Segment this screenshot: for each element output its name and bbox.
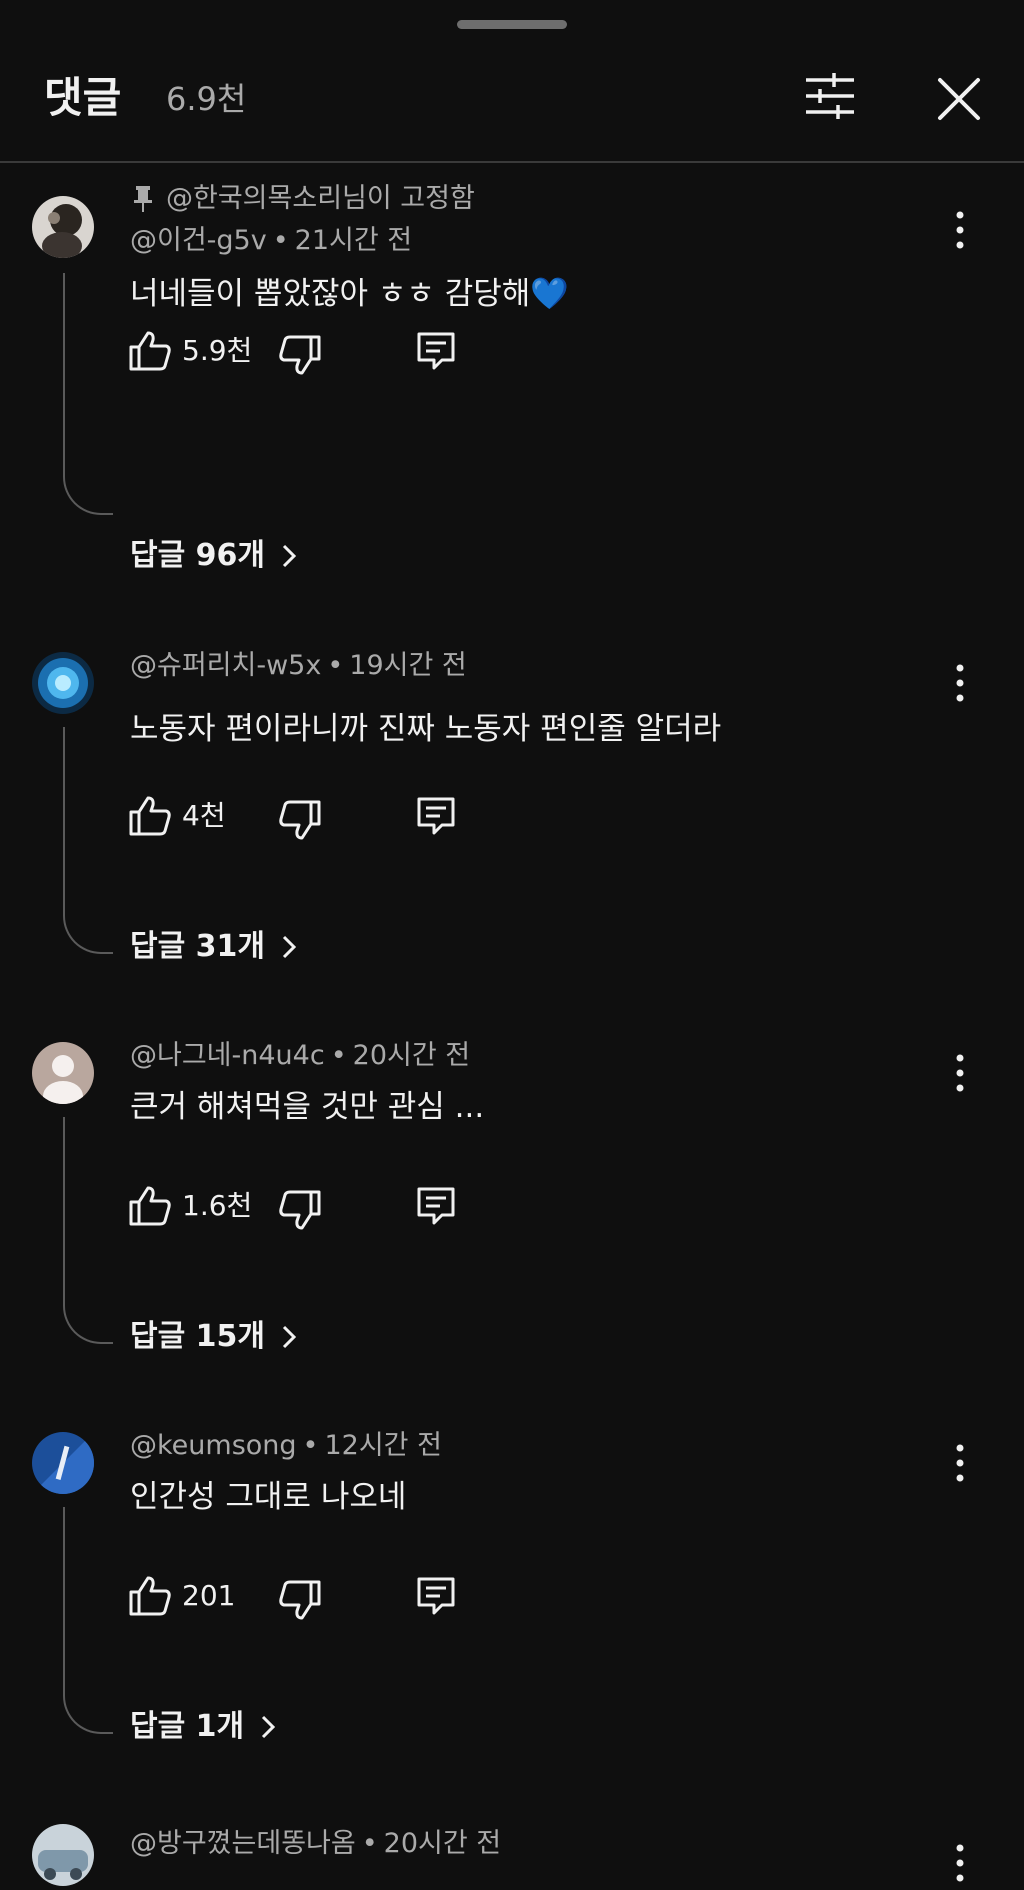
- comment-count: 6.9천: [166, 80, 247, 118]
- avatar[interactable]: [32, 1042, 94, 1104]
- sliders-icon[interactable]: [800, 66, 860, 126]
- comment-text: 노동자 편이라니까 진짜 노동자 편인줄 알더라: [130, 711, 722, 747]
- more-options-icon[interactable]: [940, 205, 980, 255]
- like-count: 5.9천: [182, 334, 253, 367]
- like-icon[interactable]: [128, 1574, 172, 1618]
- author-name[interactable]: @슈퍼리치-w5x: [130, 650, 321, 681]
- avatar[interactable]: [32, 1824, 94, 1886]
- dislike-icon[interactable]: [278, 1578, 322, 1622]
- author-name[interactable]: @나그네-n4u4c: [130, 1040, 325, 1071]
- timestamp[interactable]: 20시간 전: [384, 1828, 501, 1859]
- reply-icon[interactable]: [414, 794, 458, 838]
- author-name[interactable]: @keumsong: [130, 1430, 297, 1461]
- comment-thread: @방구꼈는데똥나옴 • 20시간 전: [0, 1820, 1024, 1890]
- avatar[interactable]: [32, 652, 94, 714]
- more-options-icon[interactable]: [940, 1438, 980, 1488]
- separator-dot: •: [302, 1430, 319, 1461]
- thread-line: [63, 727, 113, 954]
- chevron-right-icon: [282, 1325, 297, 1349]
- comments-header: 댓글 6.9천: [0, 0, 1024, 162]
- replies-label: 답글 15개: [130, 1319, 265, 1354]
- separator-dot: •: [361, 1828, 378, 1859]
- dislike-icon[interactable]: [278, 1188, 322, 1232]
- comment-thread: @한국의목소리님이 고정함 @이건-g5v • 21시간 전 너네들이 뽑았잖아 ㅎ…: [0, 163, 1024, 573]
- author-name[interactable]: @이건-g5v: [130, 225, 267, 256]
- comment-actions: 4천: [128, 792, 468, 840]
- view-replies-button[interactable]: 답글 31개: [130, 926, 299, 968]
- thread-line: [63, 273, 113, 515]
- comment-meta: @이건-g5v • 21시간 전: [130, 223, 412, 259]
- chevron-right-icon: [262, 1715, 276, 1739]
- comment-text: 인간성 그대로 나오네: [130, 1479, 407, 1515]
- pin-icon: [134, 186, 152, 212]
- view-replies-button[interactable]: 답글 96개: [130, 535, 299, 577]
- replies-label: 답글 96개: [130, 538, 265, 573]
- reply-icon[interactable]: [414, 1574, 458, 1618]
- comment-thread: @keumsong • 12시간 전 인간성 그대로 나오네 201 답글 1개: [0, 1420, 1024, 1760]
- like-count: 1.6천: [182, 1189, 253, 1222]
- comment-meta: @keumsong • 12시간 전: [130, 1428, 442, 1464]
- pinned-label: @한국의목소리님이 고정함: [132, 181, 475, 217]
- timestamp[interactable]: 19시간 전: [349, 650, 466, 681]
- replies-label: 답글 31개: [130, 929, 265, 964]
- separator-dot: •: [327, 650, 344, 681]
- timestamp[interactable]: 12시간 전: [324, 1430, 441, 1461]
- comment-actions: 5.9천: [128, 327, 468, 375]
- author-name[interactable]: @방구꼈는데똥나옴: [130, 1828, 356, 1859]
- comment-thread: @슈퍼리치-w5x • 19시간 전 노동자 편이라니까 진짜 노동자 편인줄 알더…: [0, 640, 1024, 980]
- thread-line: [63, 1117, 113, 1344]
- reply-icon[interactable]: [414, 329, 458, 373]
- replies-label: 답글 1개: [130, 1709, 245, 1744]
- view-replies-button[interactable]: 답글 15개: [130, 1316, 299, 1358]
- like-icon[interactable]: [128, 1184, 172, 1228]
- timestamp[interactable]: 20시간 전: [353, 1040, 470, 1071]
- avatar[interactable]: [32, 1432, 94, 1494]
- comment-meta: @방구꼈는데똥나옴 • 20시간 전: [130, 1826, 501, 1862]
- reply-icon[interactable]: [414, 1184, 458, 1228]
- like-icon[interactable]: [128, 794, 172, 838]
- comment-actions: 1.6천: [128, 1182, 468, 1230]
- dislike-icon[interactable]: [278, 798, 322, 842]
- close-icon[interactable]: [934, 74, 984, 124]
- drag-handle[interactable]: [457, 20, 567, 29]
- avatar[interactable]: [32, 196, 94, 258]
- timestamp[interactable]: 21시간 전: [295, 225, 412, 256]
- comment-text: 너네들이 뽑았잖아 ㅎㅎ 감당해💙: [130, 276, 569, 312]
- comment-actions: 201: [128, 1572, 468, 1620]
- comment-meta: @슈퍼리치-w5x • 19시간 전: [130, 648, 467, 684]
- like-count: 201: [182, 1579, 236, 1612]
- more-options-icon[interactable]: [940, 658, 980, 708]
- more-options-icon[interactable]: [940, 1048, 980, 1098]
- like-count: 4천: [182, 799, 226, 832]
- separator-dot: •: [330, 1040, 347, 1071]
- comment-thread: @나그네-n4u4c • 20시간 전 큰거 해쳐먹을 것만 관심 ... 1.6천…: [0, 1030, 1024, 1370]
- separator-dot: •: [272, 225, 289, 256]
- thread-line: [63, 1507, 113, 1734]
- dislike-icon[interactable]: [278, 333, 322, 377]
- pinned-text: @한국의목소리님이 고정함: [166, 183, 475, 214]
- more-options-icon[interactable]: [940, 1838, 980, 1888]
- page-title: 댓글: [44, 73, 122, 122]
- comment-meta: @나그네-n4u4c • 20시간 전: [130, 1038, 470, 1074]
- comment-text: 큰거 해쳐먹을 것만 관심 ...: [130, 1089, 485, 1125]
- like-icon[interactable]: [128, 329, 172, 373]
- view-replies-button[interactable]: 답글 1개: [130, 1706, 278, 1748]
- chevron-right-icon: [282, 935, 297, 959]
- chevron-right-icon: [282, 544, 297, 568]
